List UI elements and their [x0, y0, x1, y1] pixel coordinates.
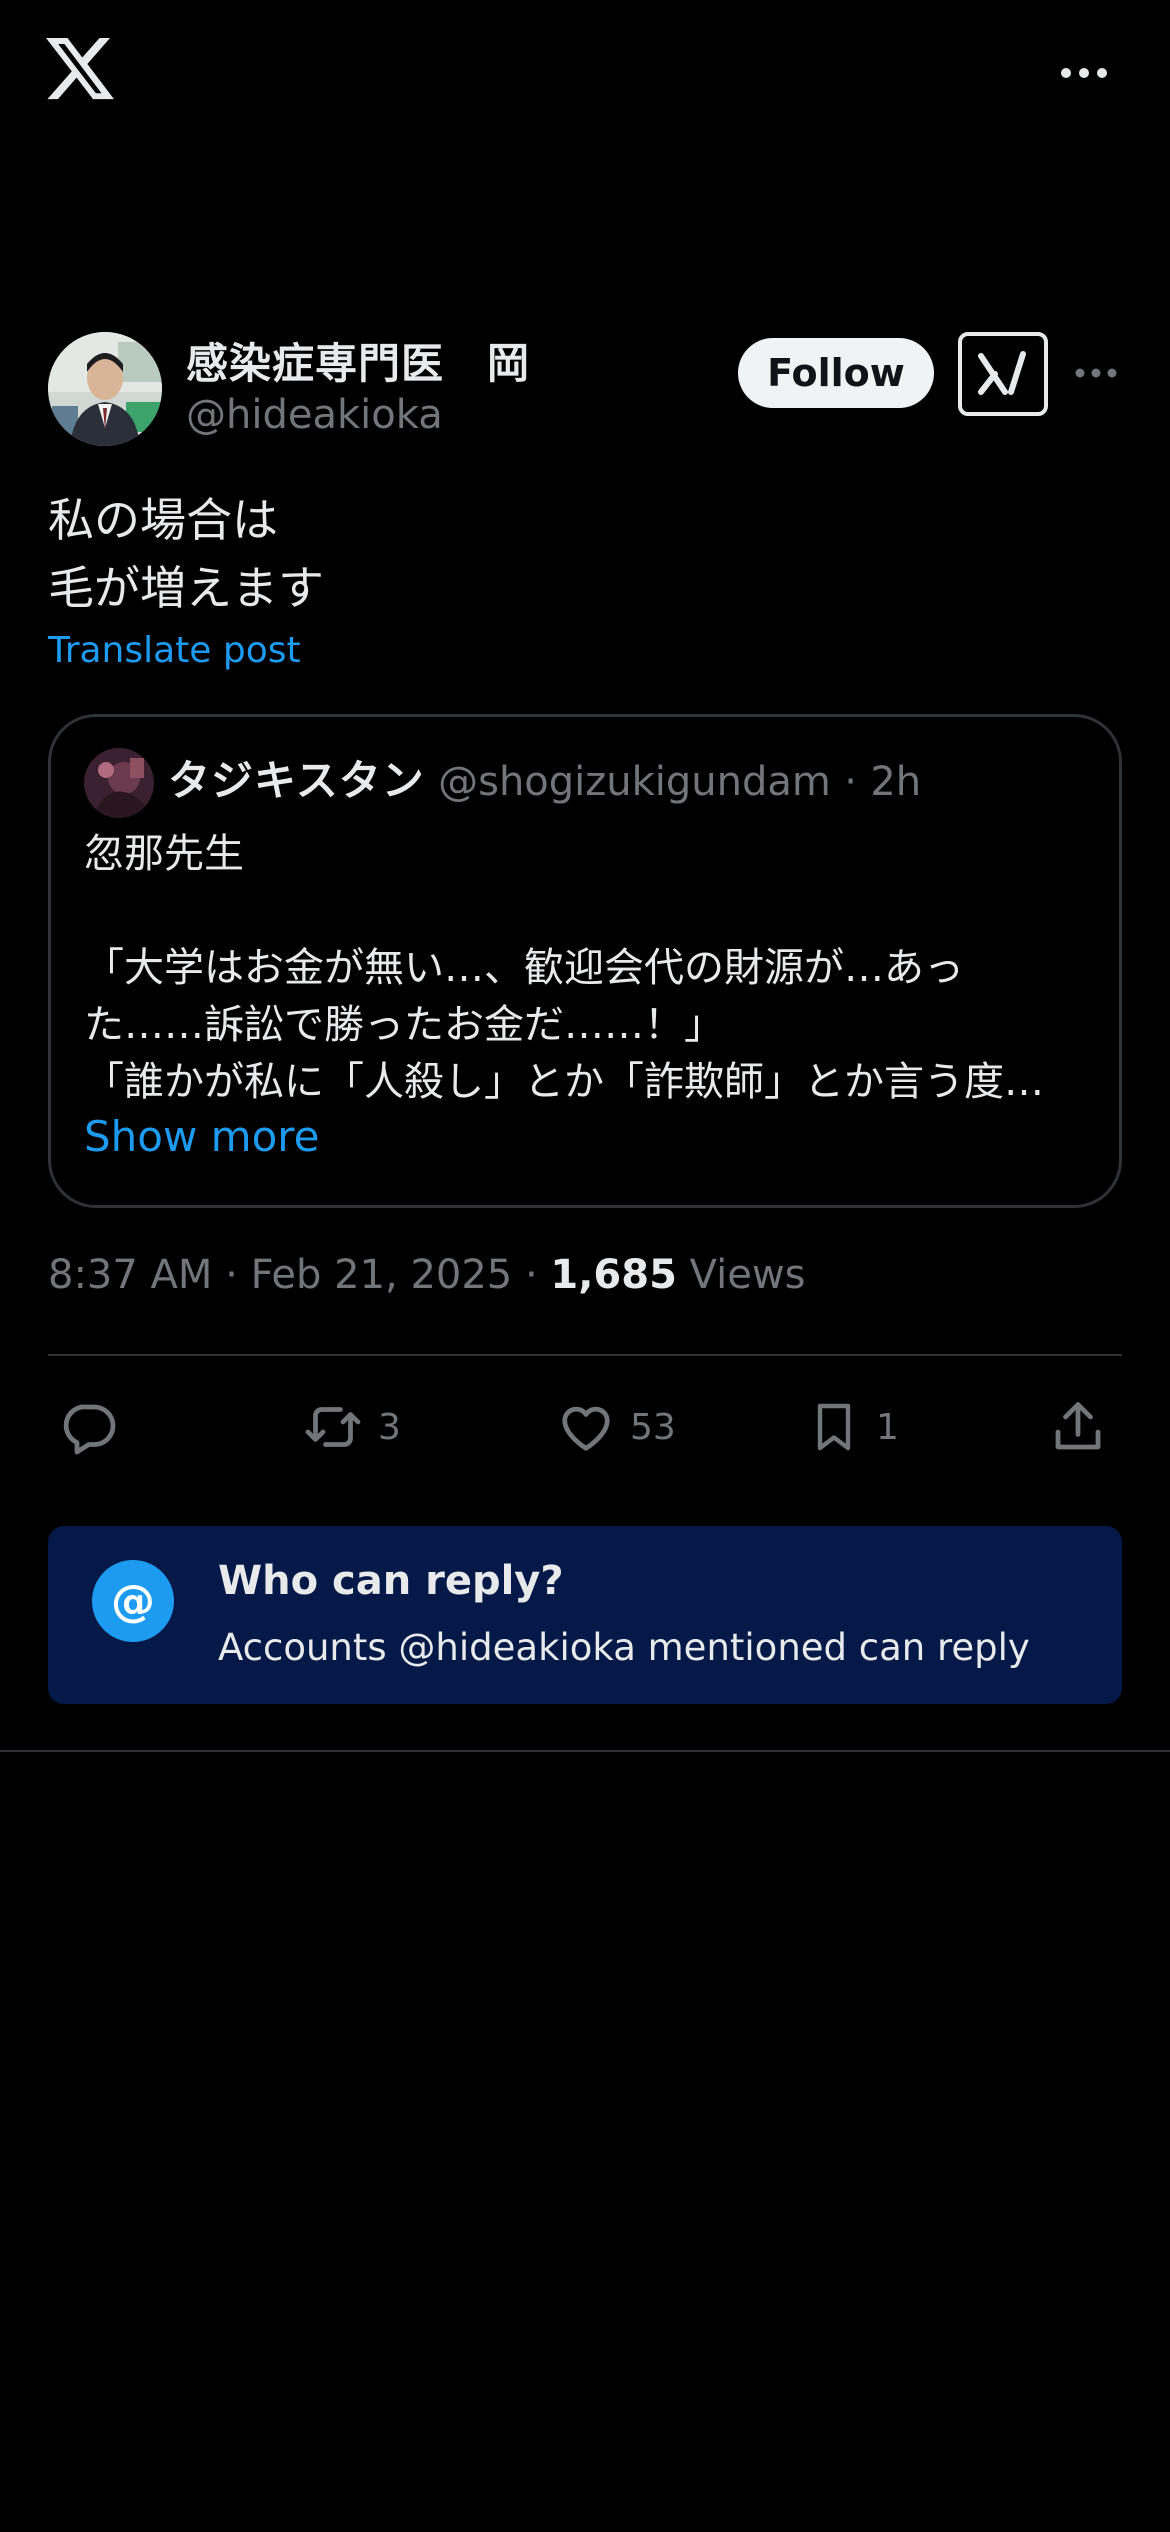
- retweet-icon: [305, 1407, 361, 1447]
- author-display-name[interactable]: 感染症専門医 岡: [186, 330, 530, 391]
- quoted-line: 「大学はお金が無い…、歓迎会代の財源が…あっ: [84, 945, 964, 991]
- show-more-link[interactable]: Show more: [84, 1112, 319, 1161]
- quoted-post-text: 忽那先生 「大学はお金が無い…、歓迎会代の財源が…あっ た……訴訟で勝ったお金だ…: [84, 826, 1094, 1111]
- quoted-author-avatar: [84, 748, 154, 818]
- grok-icon: [978, 351, 1026, 395]
- post-text: 私の場合は 毛が増えます: [48, 486, 324, 622]
- follow-button[interactable]: Follow: [738, 338, 934, 408]
- quoted-post-header: タジキスタン @shogizukigundam · 2h: [168, 752, 921, 811]
- translate-post-link[interactable]: Translate post: [48, 630, 301, 671]
- at-icon: @: [92, 1560, 174, 1642]
- who-can-reply-title: Who can reply?: [218, 1558, 564, 1604]
- divider: [48, 1354, 1122, 1356]
- like-count: 53: [630, 1406, 676, 1448]
- divider: [0, 1750, 1170, 1752]
- quoted-line: 「誰かが私に「人殺し」とか「詐欺師」とか言う度…: [84, 1059, 1044, 1105]
- more-horizontal-icon[interactable]: [1060, 62, 1108, 84]
- quoted-blank-line: [84, 883, 1094, 940]
- quoted-handle: @shogizukigundam: [438, 759, 831, 805]
- reply-icon: [63, 1404, 116, 1455]
- quoted-line: 忽那先生: [84, 831, 244, 877]
- share-button[interactable]: [1048, 1394, 1108, 1460]
- who-can-reply-banner: [48, 1526, 1122, 1704]
- who-can-reply-description: Accounts @hideakioka mentioned can reply: [218, 1626, 1030, 1669]
- meta-separator: ·: [225, 1252, 238, 1298]
- author-avatar[interactable]: [48, 332, 162, 446]
- post-date: Feb 21, 2025: [250, 1252, 513, 1298]
- views-label: Views: [689, 1252, 806, 1298]
- post-time: 8:37 AM: [48, 1252, 213, 1298]
- bookmark-count: 1: [876, 1406, 899, 1448]
- like-button[interactable]: 53: [556, 1394, 676, 1460]
- reply-button[interactable]: [58, 1394, 118, 1460]
- quoted-separator: ·: [844, 759, 857, 805]
- post-line: 毛が増えます: [48, 561, 324, 615]
- heart-icon: [562, 1406, 610, 1451]
- quoted-display-name: タジキスタン: [168, 756, 425, 805]
- views-count[interactable]: 1,685: [550, 1252, 677, 1298]
- bookmark-button[interactable]: 1: [806, 1394, 899, 1460]
- grok-button[interactable]: [958, 332, 1048, 416]
- meta-separator: ·: [524, 1252, 538, 1298]
- post-meta: 8:37 AM · Feb 21, 2025 · 1,685 Views: [48, 1252, 805, 1298]
- share-icon: [1055, 1402, 1101, 1450]
- post-more-icon[interactable]: [1074, 362, 1118, 384]
- author-handle[interactable]: @hideakioka: [186, 392, 443, 438]
- post-line: 私の場合は: [48, 493, 278, 547]
- retweet-count: 3: [378, 1406, 401, 1448]
- x-logo-icon[interactable]: [46, 38, 114, 102]
- retweet-button[interactable]: 3: [302, 1394, 401, 1460]
- quoted-line: た……訴訟で勝ったお金だ……！」: [84, 1002, 724, 1048]
- quoted-time: 2h: [870, 759, 922, 805]
- bookmark-icon: [817, 1403, 851, 1451]
